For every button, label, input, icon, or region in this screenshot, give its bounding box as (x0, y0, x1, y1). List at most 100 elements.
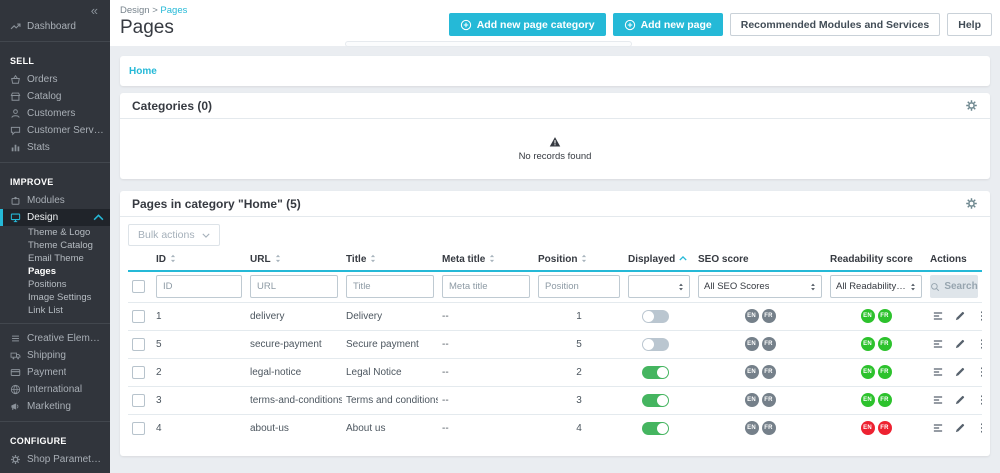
stats-icon (10, 142, 21, 153)
sidebar-item-customer-service[interactable]: Customer Service (0, 122, 110, 139)
help-button[interactable]: Help (947, 13, 992, 36)
preview-icon[interactable] (932, 310, 944, 322)
sidebar-item-shipping[interactable]: Shipping (0, 347, 110, 364)
payment-icon (10, 367, 21, 378)
edit-icon[interactable] (954, 366, 966, 378)
cell-select (128, 413, 152, 442)
more-menu-icon[interactable] (976, 422, 982, 434)
select-all-checkbox[interactable] (132, 280, 145, 294)
sidebar-collapse-button[interactable]: « (91, 4, 98, 18)
row-checkbox[interactable] (132, 393, 145, 407)
cell-seo-score: EN FR (694, 385, 826, 414)
sidebar-item-marketing[interactable]: Marketing (0, 398, 110, 415)
column-header-title[interactable]: Title (342, 250, 438, 271)
row-checkbox[interactable] (132, 309, 145, 323)
app-root: « Dashboard SELL Orders Catalog Customers Cus… (0, 0, 1000, 473)
edit-icon[interactable] (954, 310, 966, 322)
row-checkbox[interactable] (132, 337, 145, 351)
more-menu-icon[interactable] (976, 366, 982, 378)
column-header-meta_title[interactable]: Meta title (438, 250, 534, 271)
home-category-link[interactable]: Home (129, 66, 157, 77)
more-menu-icon[interactable] (976, 394, 982, 406)
breadcrumb-parent-link[interactable]: Design (120, 5, 150, 16)
cell-displayed (624, 301, 694, 330)
seo-score-filter-select[interactable]: All SEO Scores (698, 275, 822, 299)
empty-message: No records found (518, 151, 592, 162)
sidebar-item-payment[interactable]: Payment (0, 364, 110, 381)
sidebar-item-label: Orders (27, 74, 58, 85)
displayed-toggle[interactable] (642, 309, 669, 323)
displayed-toggle[interactable] (642, 337, 669, 351)
add-new-page-button[interactable]: Add new page (612, 13, 723, 36)
readability-filter-select[interactable]: All Readability Score (830, 275, 922, 299)
column-header-displayed[interactable]: Displayed (624, 250, 694, 271)
sidebar-subitem-positions[interactable]: Positions (0, 278, 110, 291)
readability-score-badge-fr: FR (877, 309, 892, 323)
search-button[interactable]: Search (930, 275, 978, 299)
column-header-id[interactable]: ID (152, 250, 246, 271)
sidebar-item-modules[interactable]: Modules (0, 192, 110, 209)
horizontal-scrollbar-thumb[interactable] (345, 41, 632, 47)
filter-title-input[interactable] (346, 275, 434, 299)
sidebar-item-customers[interactable]: Customers (0, 105, 110, 122)
sidebar-item-design[interactable]: Design (0, 209, 110, 226)
top-header: Design > Pages Pages Add new page catego… (110, 0, 1000, 46)
seo-score-badges: EN FR (698, 421, 822, 436)
add-new-page-category-button[interactable]: Add new page category (448, 13, 606, 36)
gear-icon[interactable] (965, 197, 978, 210)
breadcrumb-current-link[interactable]: Pages (160, 5, 187, 16)
displayed-toggle[interactable] (642, 421, 669, 435)
seo-score-badge-fr: FR (761, 337, 776, 351)
sidebar-subitem-pages[interactable]: Pages (0, 265, 110, 278)
sidebar-item-catalog[interactable]: Catalog (0, 88, 110, 105)
sidebar-item-shop-parameters[interactable]: Shop Parameters (0, 451, 110, 468)
gear-icon[interactable] (965, 99, 978, 112)
filter-id-input[interactable] (156, 275, 242, 299)
column-header-position[interactable]: Position (534, 250, 624, 271)
filter-position-input[interactable] (538, 275, 620, 299)
filter-meta_title-input[interactable] (442, 275, 530, 299)
edit-icon[interactable] (954, 394, 966, 406)
sidebar-item-label: International (27, 384, 83, 395)
displayed-toggle[interactable] (642, 365, 669, 379)
more-menu-icon[interactable] (976, 310, 982, 322)
filter-cell-id (152, 270, 246, 302)
column-header-label: ID (156, 254, 166, 265)
row-checkbox[interactable] (132, 365, 145, 379)
sidebar-item-label: Shipping (27, 350, 66, 361)
sidebar-item-creative-elements[interactable]: Creative Elements (0, 330, 110, 347)
sidebar-item-orders[interactable]: Orders (0, 71, 110, 88)
displayed-filter-select[interactable] (628, 275, 690, 299)
sidebar-item-stats[interactable]: Stats (0, 139, 110, 156)
bulk-actions-button[interactable]: Bulk actions (128, 224, 220, 246)
column-header-label: Title (346, 254, 367, 265)
preview-icon[interactable] (932, 394, 944, 406)
recommended-modules-button[interactable]: Recommended Modules and Services (729, 13, 941, 36)
dashboard-icon (10, 21, 21, 32)
sidebar-subitem-theme-catalog[interactable]: Theme Catalog (0, 239, 110, 252)
displayed-toggle[interactable] (642, 393, 669, 407)
preview-icon[interactable] (932, 366, 944, 378)
sidebar-subitem-link-list[interactable]: Link List (0, 304, 110, 317)
sidebar-item-international[interactable]: International (0, 381, 110, 398)
cell-displayed (624, 357, 694, 386)
cell-select (128, 385, 152, 414)
table-filter-row: All SEO Scores All Readability Score Searc… (128, 270, 982, 302)
edit-icon[interactable] (954, 338, 966, 350)
edit-icon[interactable] (954, 422, 966, 434)
readability-score-badges: EN FR (830, 365, 922, 379)
seo-score-badge-fr: FR (761, 365, 776, 379)
sidebar-subitem-image-settings[interactable]: Image Settings (0, 291, 110, 304)
sidebar-subitem-theme-logo[interactable]: Theme & Logo (0, 226, 110, 239)
more-menu-icon[interactable] (976, 338, 982, 350)
row-actions (930, 394, 982, 406)
row-checkbox[interactable] (132, 421, 145, 435)
column-header-url[interactable]: URL (246, 250, 342, 271)
filter-url-input[interactable] (250, 275, 338, 299)
preview-icon[interactable] (932, 338, 944, 350)
design-icon (10, 212, 21, 223)
preview-icon[interactable] (932, 422, 944, 434)
sidebar-subitem-email-theme[interactable]: Email Theme (0, 252, 110, 265)
sidebar-item-dashboard[interactable]: Dashboard (0, 18, 110, 35)
orders-icon (10, 74, 21, 85)
